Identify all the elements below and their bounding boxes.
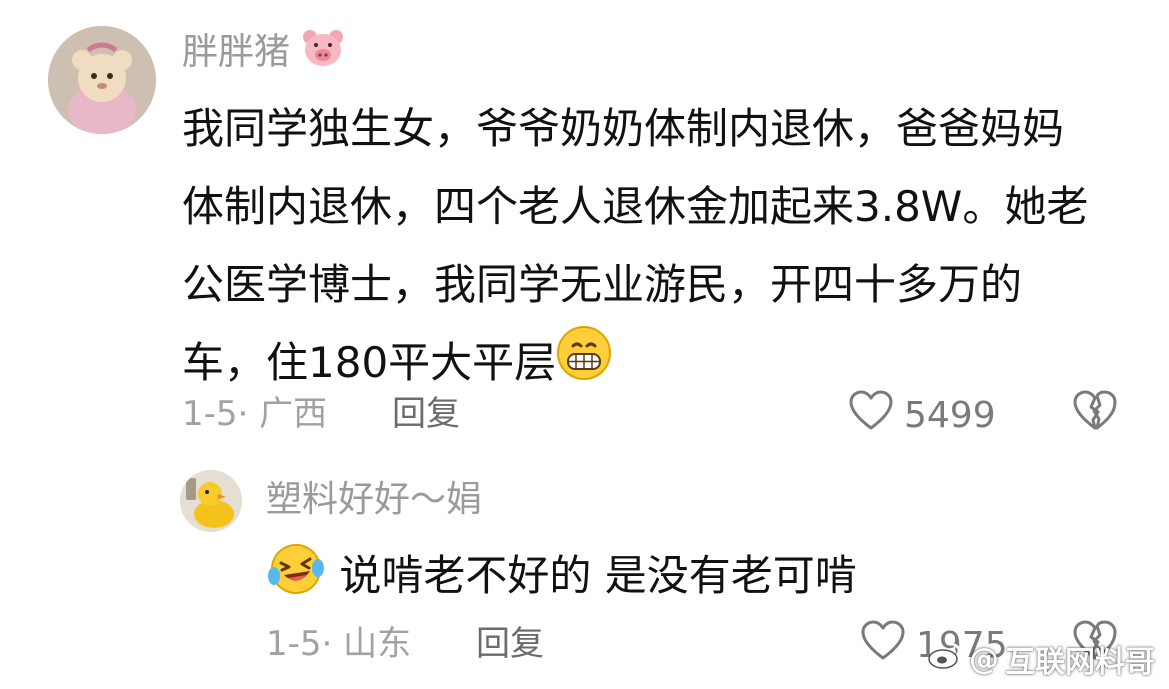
like-button[interactable]: 5499 <box>848 390 996 441</box>
comment-line: 体制内退休，四个老人退休金加起来3.8W。她老 <box>182 182 1089 231</box>
reply-reply-button[interactable]: 回复 <box>476 622 544 666</box>
comment-line: 我同学独生女，爷爷奶奶体制内退休，爸爸妈妈 <box>182 104 1065 153</box>
pig-face-icon <box>301 28 345 79</box>
username-text: 胖胖猪 <box>182 31 291 73</box>
broken-heart-icon <box>1072 390 1118 436</box>
weibo-logo-icon <box>927 640 963 678</box>
reply-text-content: 说啃老不好的 是没有老可啃 <box>339 551 857 600</box>
reply-avatar[interactable] <box>180 470 242 532</box>
comment-date-location: 1-5· 广西 <box>182 394 328 434</box>
comment-text: 我同学独生女，爷爷奶奶体制内退休，爸爸妈妈 体制内退休，四个老人退休金加起来3.… <box>182 90 1142 406</box>
reply-date-location: 1-5· 山东 <box>266 624 412 664</box>
watermark: @ 互联网料哥 <box>927 637 1155 681</box>
comment-line-text: 车，住180平大平层 <box>182 338 557 387</box>
comment-username[interactable]: 胖胖猪 <box>182 28 345 79</box>
grinning-face-icon <box>556 325 612 406</box>
avatar[interactable] <box>48 26 156 134</box>
like-count: 5499 <box>904 395 996 436</box>
reply-button[interactable]: 回复 <box>392 392 460 436</box>
reply-username[interactable]: 塑料好好～娟 <box>266 478 482 522</box>
laughing-tears-face-icon <box>266 540 326 617</box>
heart-icon <box>860 620 906 671</box>
heart-icon <box>848 390 894 441</box>
dislike-button[interactable] <box>1072 390 1118 436</box>
reply-text: 说啃老不好的 是没有老可啃 <box>266 540 857 617</box>
watermark-text: 互联网料哥 <box>1005 645 1155 680</box>
watermark-prefix: @ <box>969 641 999 677</box>
comment-thread: 胖胖猪 我同学独生女，爷爷奶奶体制内退休，爸爸妈妈 体制内退休，四个老人退休金加… <box>0 0 1169 689</box>
comment-line: 公医学博士，我同学无业游民，开四十多万的 <box>182 260 1023 309</box>
